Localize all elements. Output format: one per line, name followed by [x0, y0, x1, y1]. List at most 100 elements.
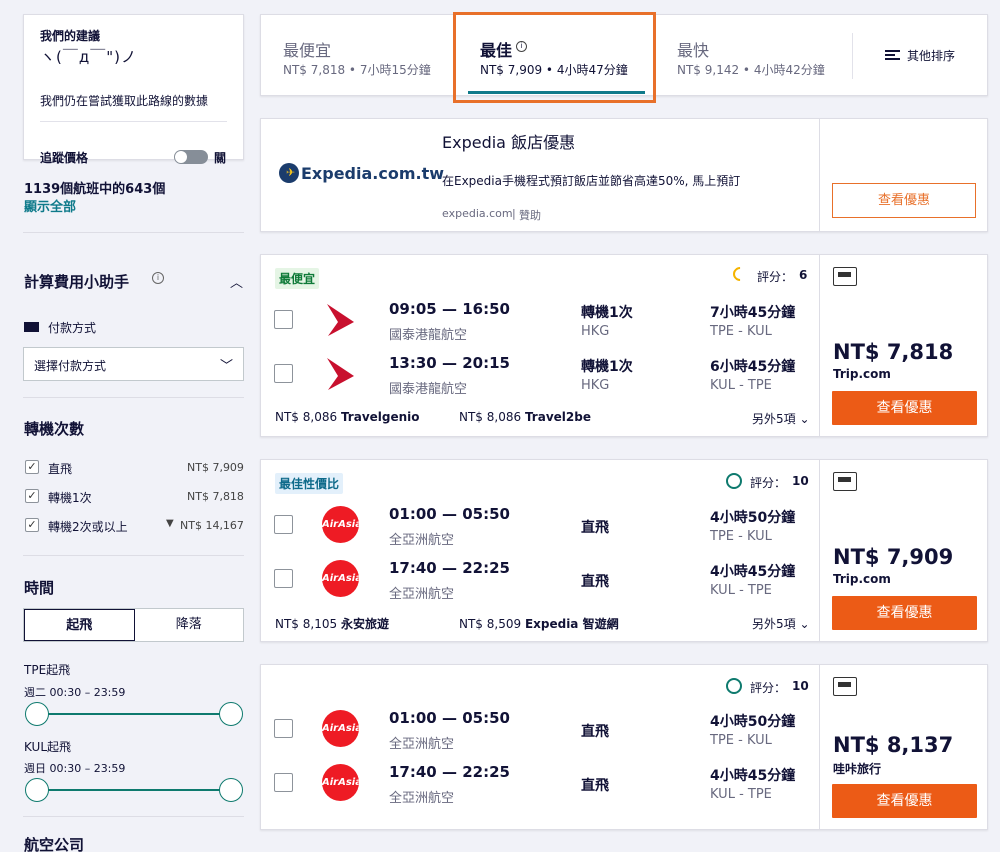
leg-times: 17:40 — 22:25	[389, 559, 510, 577]
score-icon	[726, 678, 742, 694]
track-price-state: 關	[214, 151, 227, 165]
filter-icon: ▼	[166, 518, 174, 529]
score-value: 6	[799, 268, 808, 282]
leg-route: TPE - KUL	[710, 324, 772, 339]
tpe-time-slider-track[interactable]	[37, 713, 232, 715]
leg-times: 01:00 — 05:50	[389, 709, 510, 727]
leg-stops: 轉機1次	[581, 305, 633, 321]
kul-slider-start-handle[interactable]	[25, 778, 49, 802]
kul-time-slider-track[interactable]	[37, 789, 232, 791]
leg-stops: 直飛	[581, 724, 609, 740]
leg-via: HKG	[581, 378, 610, 393]
direct-price: NT$ 7,909	[187, 461, 244, 474]
one-stop-checkbox[interactable]: ✓	[25, 489, 39, 503]
leg-times: 01:00 — 05:50	[389, 505, 510, 523]
price: NT$ 8,137	[833, 733, 954, 757]
leg-carrier: 全亞洲航空	[389, 533, 455, 548]
direct-label: 直飛	[48, 462, 73, 476]
airasia-logo-icon: AirAsia	[322, 710, 362, 747]
leg-checkbox[interactable]	[274, 310, 293, 329]
more-options-link[interactable]: 另外5項 ⌄	[752, 410, 810, 427]
info-icon[interactable]: i	[152, 272, 164, 284]
ad-title: Expedia 飯店優惠	[442, 133, 576, 152]
leg-times: 13:30 — 20:15	[389, 354, 510, 372]
ad-view-deal-button[interactable]: 查看優惠	[832, 183, 976, 218]
airlines-filter-title: 航空公司	[24, 836, 85, 852]
score-icon	[730, 264, 750, 284]
leg-carrier: 全亞洲航空	[389, 791, 455, 806]
leg-duration: 4小時45分鐘	[710, 564, 796, 580]
payment-method-select[interactable]: 選擇付款方式 ﹀	[23, 347, 244, 381]
recommendation-face: ヽ(￣д￣")ノ	[40, 48, 137, 66]
view-deal-button[interactable]: 查看優惠	[832, 784, 977, 818]
kul-slider-end-handle[interactable]	[219, 778, 243, 802]
alt-price-2[interactable]: NT$ 8,509 Expedia 智遊網	[459, 615, 619, 632]
chevron-down-icon: ⌄	[799, 412, 810, 426]
alt-price-1[interactable]: NT$ 8,086 Travelgenio	[275, 410, 420, 424]
one-stop-price: NT$ 7,818	[187, 490, 244, 503]
tab-cheapest-name: 最便宜	[283, 41, 332, 60]
leg-times: 09:05 — 16:50	[389, 300, 510, 318]
tpe-slider-end-handle[interactable]	[219, 702, 243, 726]
best-value-badge: 最佳性價比	[275, 473, 344, 494]
direct-checkbox[interactable]: ✓	[25, 460, 39, 474]
ad-banner[interactable]: ✈ Expedia.com.tw Expedia 飯店優惠 在Expedia手機…	[260, 118, 988, 232]
price: NT$ 7,818	[833, 340, 954, 364]
price: NT$ 7,909	[833, 545, 954, 569]
divider	[23, 555, 244, 556]
leg-checkbox[interactable]	[274, 773, 293, 792]
two-stops-label: 轉機2次或以上	[48, 520, 128, 534]
divider	[819, 119, 820, 231]
ad-source: expedia.com	[442, 207, 513, 220]
leg-checkbox[interactable]	[274, 364, 293, 383]
tab-arrival[interactable]: 降落	[135, 609, 244, 641]
divider	[40, 121, 227, 122]
chevron-down-icon: ⌄	[799, 617, 810, 631]
more-options-link[interactable]: 另外5項 ⌄	[752, 615, 810, 632]
tab-cheapest[interactable]: 最便宜 NT$ 7,818 • 7小時15分鐘	[261, 15, 461, 95]
leg-route: KUL - TPE	[710, 787, 772, 802]
track-price-toggle[interactable]	[174, 150, 208, 164]
recommendation-message: 我們仍在嘗試獲取此路線的數據	[40, 94, 209, 108]
leg-route: KUL - TPE	[710, 583, 772, 598]
leg-carrier: 國泰港龍航空	[389, 328, 468, 343]
tpe-departure-range: 週二 00:30 – 23:59	[24, 686, 126, 699]
stops-filter-title: 轉機次數	[24, 420, 85, 438]
ad-sponsor: 贊助	[519, 209, 541, 222]
show-all-link[interactable]: 顯示全部	[24, 196, 76, 215]
alt-price-1[interactable]: NT$ 8,105 永安旅遊	[275, 615, 389, 632]
tpe-slider-start-handle[interactable]	[25, 702, 49, 726]
tab-fastest-summary: NT$ 9,142 • 4小時42分鐘	[677, 63, 825, 77]
cheapest-badge: 最便宜	[275, 268, 320, 289]
score-label: 評分：	[750, 681, 787, 695]
leg-checkbox[interactable]	[274, 569, 293, 588]
highlight-box	[453, 12, 656, 103]
airasia-logo-icon: AirAsia	[322, 560, 362, 597]
tab-fastest[interactable]: 最快 NT$ 9,142 • 4小時42分鐘	[655, 15, 855, 95]
leg-checkbox[interactable]	[274, 719, 293, 738]
chevron-up-icon[interactable]: ︿	[230, 272, 243, 291]
flight-result-card[interactable]: 評分： 10 AirAsia 01:00 — 05:50 全亞洲航空 直飛 4小…	[260, 664, 988, 830]
leg-duration: 4小時50分鐘	[710, 510, 796, 526]
flight-result-card[interactable]: 最便宜 評分： 6 09:05 — 16:50 國泰港龍航空 轉機1次 HKG …	[260, 254, 988, 437]
time-segmented-control: 起飛 降落	[23, 608, 244, 642]
score-value: 10	[792, 474, 809, 488]
payment-method-value: 選擇付款方式	[34, 359, 107, 373]
divider	[23, 397, 244, 398]
cathay-dragon-logo-icon	[324, 356, 358, 392]
expedia-logo: Expedia.com.tw	[301, 164, 445, 183]
other-sort-button[interactable]: 其他排序	[865, 43, 1000, 69]
leg-times: 17:40 — 22:25	[389, 763, 510, 781]
score-label: 評分：	[750, 476, 787, 490]
view-deal-button[interactable]: 查看優惠	[832, 596, 977, 630]
two-stops-checkbox[interactable]: ✓	[25, 518, 39, 532]
flight-result-card[interactable]: 最佳性價比 評分： 10 AirAsia 01:00 — 05:50 全亞洲航空…	[260, 459, 988, 642]
view-deal-button[interactable]: 查看優惠	[832, 391, 977, 425]
leg-stops: 直飛	[581, 520, 609, 536]
baggage-icon	[833, 267, 857, 286]
alt-price-2[interactable]: NT$ 8,086 Travel2be	[459, 410, 591, 424]
leg-route: KUL - TPE	[710, 378, 772, 393]
tab-departure[interactable]: 起飛	[24, 609, 135, 641]
leg-duration: 4小時45分鐘	[710, 768, 796, 784]
leg-checkbox[interactable]	[274, 515, 293, 534]
